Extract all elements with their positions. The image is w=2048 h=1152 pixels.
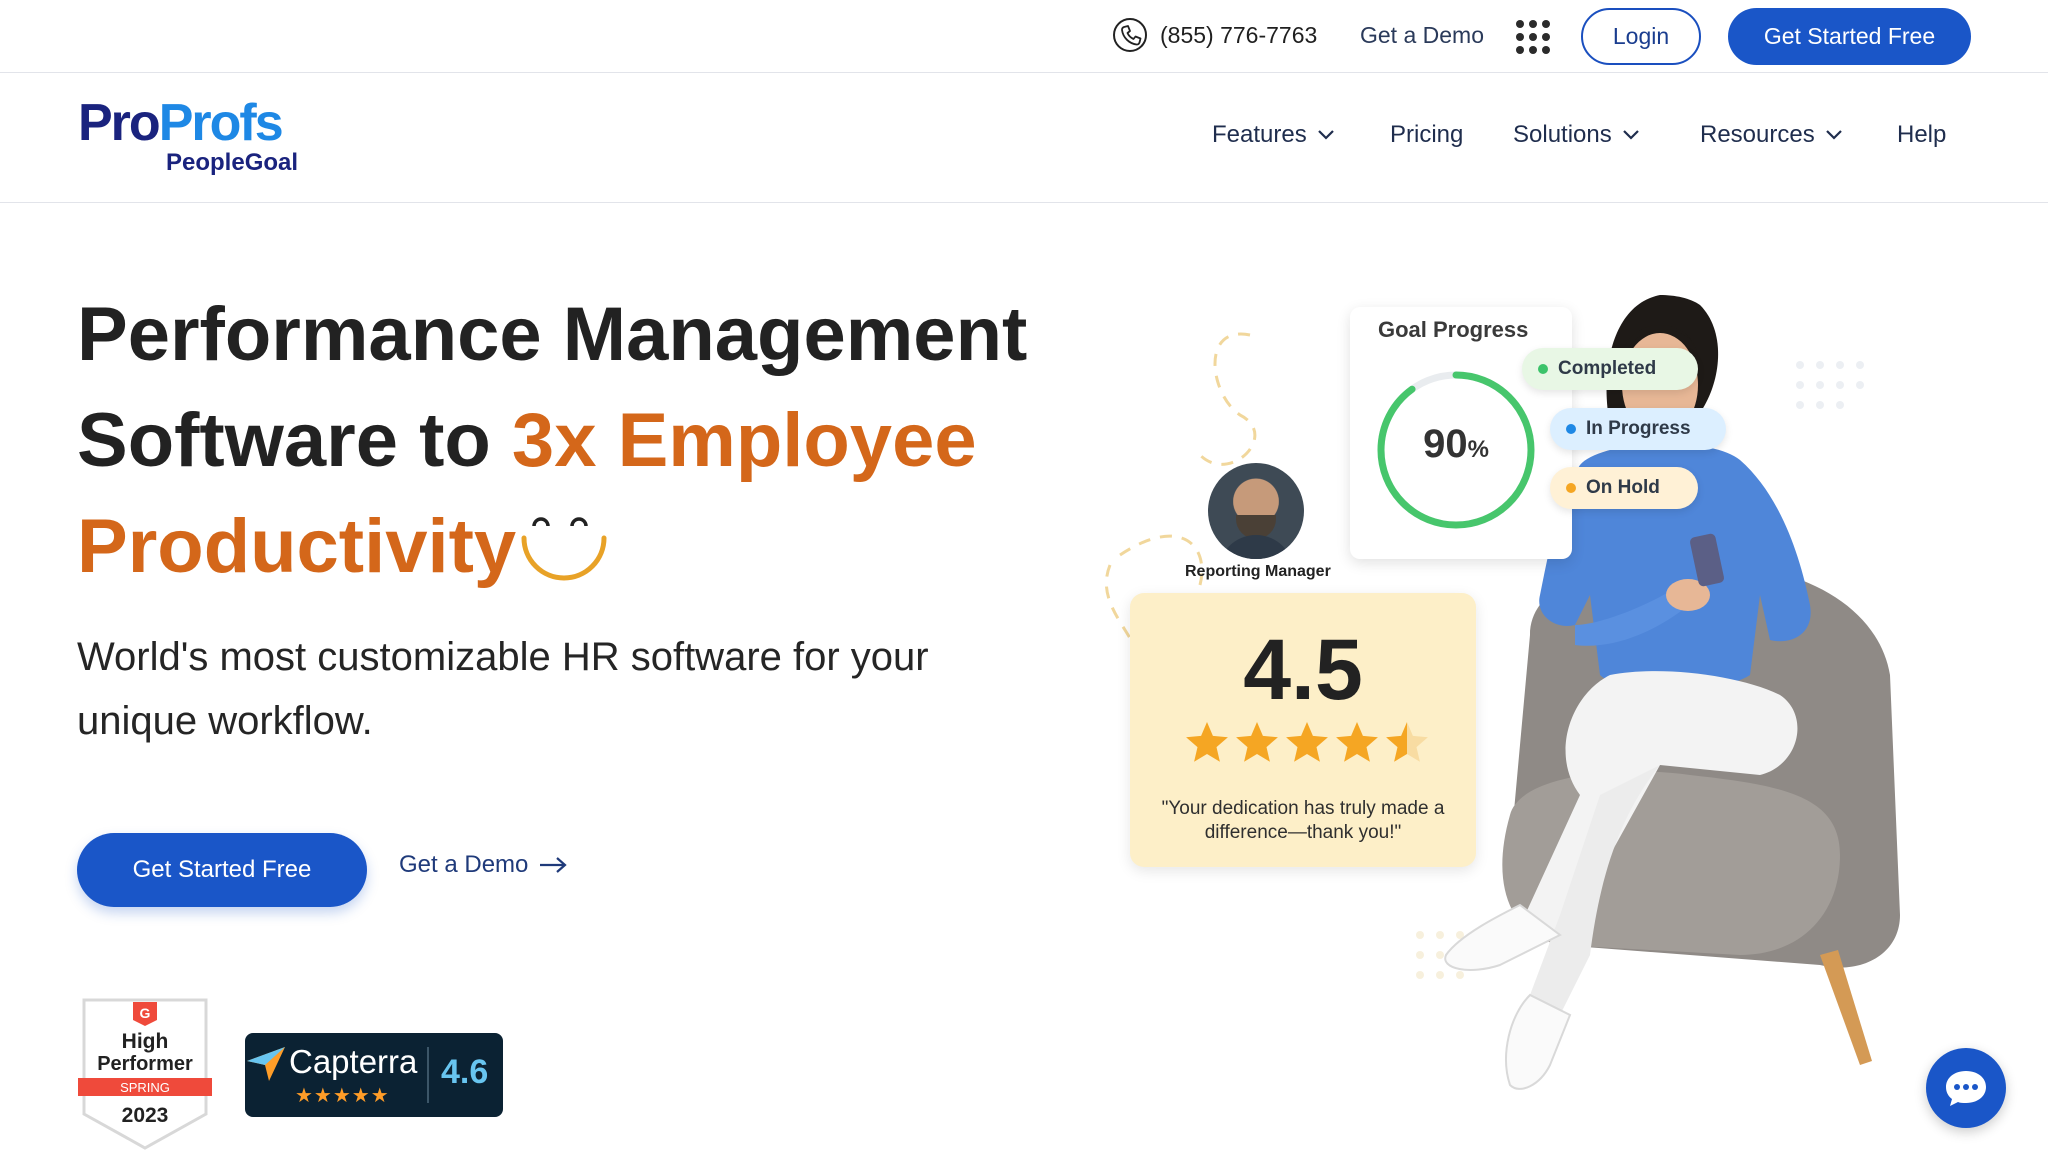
status-dot [1566, 483, 1576, 493]
g2-high-performer-badge: G High Performer SPRING 2023 [78, 998, 212, 1150]
hero-title-line1: Performance Management [77, 292, 1028, 377]
phone-link[interactable]: (855) 776-7763 [1112, 17, 1317, 53]
status-pill-label: Completed [1558, 358, 1657, 379]
phone-number: (855) 776-7763 [1160, 21, 1318, 48]
nav-pricing-label: Pricing [1390, 121, 1464, 148]
goal-percent-value: 90 [1423, 422, 1468, 466]
phone-icon [1113, 18, 1147, 52]
rating-star [1336, 722, 1378, 762]
status-pill-completed: Completed [1522, 348, 1698, 390]
top-get-started-button[interactable]: Get Started Free [1728, 8, 1971, 65]
hero-subtitle: World's most customizable HR software fo… [77, 635, 929, 743]
rating-star [1386, 722, 1428, 762]
hero-title-accent: 3x Employee [511, 398, 977, 483]
feedback-rating-card: 4.5 "Your dedication has truly made a di… [1130, 593, 1476, 867]
hero-get-demo-link[interactable]: Get a Demo [399, 851, 568, 879]
status-pill-label: In Progress [1586, 418, 1691, 439]
rating-star [1236, 722, 1278, 762]
hero-title-line3: Productivity [77, 504, 517, 589]
chevron-down-icon [1825, 130, 1842, 140]
arrow-right-icon [540, 857, 568, 873]
chat-widget-button[interactable] [1926, 1048, 2006, 1128]
nav-resources-label: Resources [1700, 121, 1815, 148]
login-button[interactable]: Login [1581, 8, 1701, 65]
nav-features[interactable]: Features [1212, 121, 1335, 149]
g2-year: 2023 [122, 1104, 169, 1127]
hero-get-started-button[interactable]: Get Started Free [77, 833, 367, 907]
rating-quote: "Your dedication has truly made a differ… [1161, 798, 1445, 843]
logo-subtitle: PeopleGoal [166, 149, 299, 176]
apps-grid-icon[interactable] [1516, 20, 1550, 54]
logo-part-profs: Profs [158, 94, 284, 152]
reporting-manager-avatar [1208, 463, 1304, 559]
rating-star [1286, 722, 1328, 762]
nav-pricing[interactable]: Pricing [1390, 121, 1463, 149]
smiley-icon [521, 517, 607, 581]
capterra-rating-badge: Capterra ★★★★★ 4.6 [245, 1033, 503, 1117]
rating-value: 4.5 [1243, 622, 1363, 718]
rating-star [1186, 722, 1228, 762]
nav-resources[interactable]: Resources [1700, 121, 1843, 149]
svg-text:G: G [140, 1005, 151, 1021]
hero-illustration: Goal Progress 90% Completed In Progress … [1060, 295, 2020, 1152]
main-navigation: ProProfs PeopleGoal Features Pricing Sol… [0, 73, 2048, 203]
capterra-stars: ★★★★★ [295, 1085, 390, 1107]
rating-stars [1186, 722, 1428, 762]
capterra-score: 4.6 [441, 1053, 489, 1091]
logo-part-pro: Pro [78, 94, 161, 152]
status-dot [1538, 364, 1548, 374]
goal-progress-title: Goal Progress [1378, 317, 1529, 342]
capterra-name: Capterra [289, 1043, 418, 1080]
reporting-manager-label: Reporting Manager [1185, 563, 1331, 580]
status-pill-in-progress: In Progress [1550, 408, 1726, 450]
status-pill-label: On Hold [1586, 477, 1660, 498]
top-get-demo-link[interactable]: Get a Demo [1360, 22, 1484, 49]
capterra-logo-icon [247, 1047, 285, 1081]
g2-line1: High [122, 1030, 169, 1053]
nav-solutions[interactable]: Solutions [1513, 121, 1640, 149]
top-utility-bar: (855) 776-7763 Get a Demo Login Get Star… [0, 0, 2048, 73]
goal-percent-unit: % [1467, 436, 1489, 463]
nav-help-label: Help [1897, 121, 1947, 148]
chevron-down-icon [1622, 130, 1639, 140]
goal-progress-percent: 90% [1373, 422, 1539, 467]
status-dot [1566, 424, 1576, 434]
nav-features-label: Features [1212, 121, 1307, 148]
g2-season: SPRING [120, 1080, 170, 1095]
g2-line2: Performer [97, 1053, 193, 1075]
chat-icon [1946, 1071, 1986, 1106]
hero-title-line2: Software to [77, 398, 512, 483]
hero-get-demo-label: Get a Demo [399, 851, 529, 878]
chevron-down-icon [1317, 130, 1334, 140]
proprofs-logo[interactable]: ProProfs PeopleGoal [78, 97, 308, 187]
nav-help[interactable]: Help [1897, 121, 1946, 149]
status-pill-on-hold: On Hold [1550, 467, 1698, 509]
nav-solutions-label: Solutions [1513, 121, 1612, 148]
capterra-divider [427, 1047, 429, 1103]
